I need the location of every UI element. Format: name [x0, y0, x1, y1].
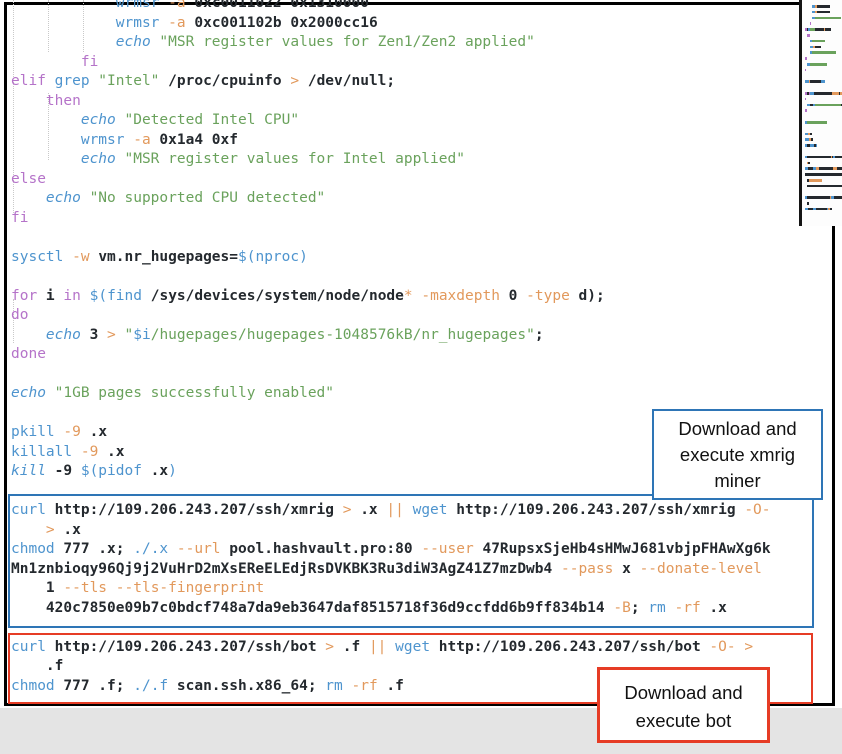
minimap-line [805, 91, 842, 97]
code-line: fi [11, 209, 771, 229]
code-line: elif grep "Intel" /proc/cpuinfo > /dev/n… [11, 72, 771, 92]
code-line: wrmsr -a 0xc001102b 0x2000cc16 [11, 14, 771, 34]
code-line: else [11, 170, 771, 190]
editor-minimap [799, 0, 842, 226]
code-line: for i in $(find /sys/devices/system/node… [11, 287, 771, 307]
code-line: wrmsr -a 0xc0011022 0x1310000 [11, 0, 771, 14]
code-line: wrmsr -a 0x1a4 0xf [11, 131, 771, 151]
code-line: do [11, 306, 771, 326]
xmrig-callout-text: execute xmrig [654, 442, 821, 468]
code-line: echo "MSR register values for Intel appl… [11, 150, 771, 170]
code-line: done [11, 345, 771, 365]
minimap-line [805, 207, 842, 213]
code-line: then [11, 92, 771, 112]
xmrig-callout-text: Download and [654, 416, 821, 442]
code-line: sysctl -w vm.nr_hugepages=$(nproc) [11, 248, 771, 268]
code-line [11, 228, 771, 248]
xmrig-callout: Download and execute xmrig miner [652, 409, 823, 500]
figure-root: wrmsr -a 0xc0011022 0x1310000 wrmsr -a 0… [0, 0, 842, 754]
code-line: fi [11, 53, 771, 73]
bot-callout-text: Download and [600, 679, 767, 707]
minimap-line [805, 195, 842, 201]
minimap-line [805, 155, 842, 161]
minimap-line [805, 184, 842, 190]
code-line: echo "Detected Intel CPU" [11, 111, 771, 131]
bot-callout: Download and execute bot [597, 667, 770, 743]
xmrig-highlight-box [8, 494, 814, 628]
code-line: echo "No supported CPU detected" [11, 189, 771, 209]
xmrig-callout-text: miner [654, 468, 821, 494]
code-line: echo "1GB pages successfully enabled" [11, 384, 771, 404]
bot-callout-text: execute bot [600, 707, 767, 735]
code-line: echo 3 > "$i/hugepages/hugepages-1048576… [11, 326, 771, 346]
code-line [11, 267, 771, 287]
code-line: echo "MSR register values for Zen1/Zen2 … [11, 33, 771, 53]
code-line [11, 365, 771, 385]
minimap-line [805, 103, 842, 109]
